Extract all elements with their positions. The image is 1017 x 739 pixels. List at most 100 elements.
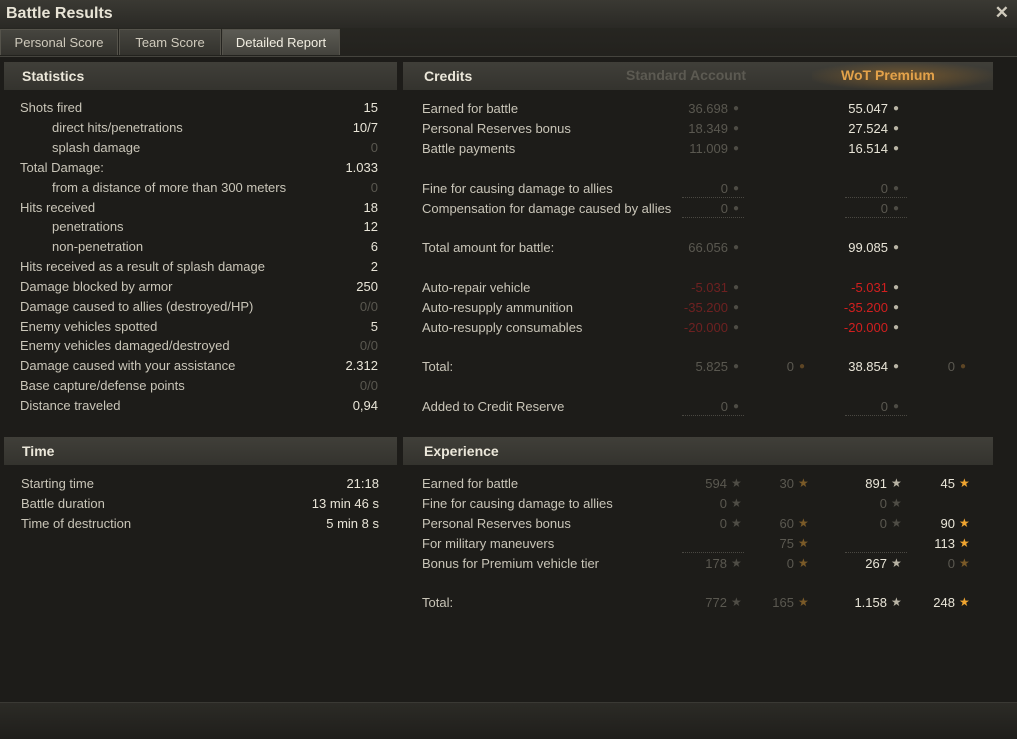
premium-free-xp-value: 90 [940,516,955,531]
close-icon[interactable]: ✕ [995,3,1009,23]
credits-label: Battle payments [422,141,516,156]
experience-star-icon: ★ [731,556,742,570]
premium-xp-value: 0 [879,496,887,511]
tab-team-score[interactable]: Team Score [119,29,221,55]
tab-personal-score[interactable]: Personal Score [0,29,118,55]
free-experience-star-icon: ★ [959,476,970,490]
stat-label: Distance traveled [20,398,121,413]
stat-value: 0,94 [352,398,378,413]
premium-credits-value: 55.047 [848,101,888,116]
experience-title: Experience [424,443,499,459]
divider [682,552,744,553]
stat-label: Shots fired [20,100,83,115]
premium-free-xp-value: 248 [933,595,955,610]
credit-coin-icon: ● [893,282,900,293]
time-value: 5 min 8 s [326,516,379,531]
credit-coin-icon: ● [733,123,740,134]
premium-credits-value: 38.854 [848,359,888,374]
credit-coin-icon: ● [893,103,900,114]
experience-label: Personal Reserves bonus [422,516,571,531]
stat-value: 6 [370,239,378,254]
standard-credits-value: -35.200 [683,300,728,315]
standard-credits-value: 11.009 [689,141,728,156]
divider [845,197,907,198]
stat-value: 2 [370,259,378,274]
credit-coin-icon: ● [733,143,740,154]
credit-coin-icon: ● [893,361,900,372]
standard-xp-value: 772 [705,595,727,610]
standard-credits-value: 0 [720,201,728,216]
credits-label: Compensation for damage caused by allies [422,201,672,216]
credits-label: Auto-resupply ammunition [422,300,574,315]
standard-xp-value: 594 [705,476,727,491]
stat-label: Hits received as a result of splash dama… [20,259,265,274]
stat-label: penetrations [52,219,124,234]
stat-label: Base capture/defense points [20,378,185,393]
standard-credits-value: -20.000 [683,320,728,335]
title-bar: Battle Results ✕ [0,0,1017,28]
stat-value: 5 [370,319,378,334]
stat-value: 0 [370,140,378,155]
premium-credits-value: 0 [880,201,888,216]
free-experience-star-icon: ★ [959,595,970,609]
credit-coin-icon: ● [893,302,900,313]
stat-label: Damage caused with your assistance [20,358,236,373]
standard-credits-value: 0 [720,399,728,414]
standard-free-xp-value: 0 [786,556,794,571]
standard-free-xp-value: 75 [779,536,794,551]
stat-label: splash damage [52,140,141,155]
time-value: 13 min 46 s [311,496,379,511]
standard-xp-value: 0 [719,496,727,511]
stat-label: Enemy vehicles damaged/destroyed [20,338,230,353]
credit-coin-icon: ● [733,361,740,372]
experience-star-icon: ★ [731,516,742,530]
standard-free-xp-value: 60 [779,516,794,531]
stat-label: direct hits/penetrations [52,120,183,135]
statistics-title: Statistics [22,68,85,84]
experience-star-icon: ★ [891,556,902,570]
premium-free-xp-value: 113 [934,536,955,551]
premium-xp-value: 267 [865,556,887,571]
divider [682,415,744,416]
premium-account-label: WoT Premium [841,67,935,83]
experience-star-icon: ★ [891,516,902,530]
time-label: Battle duration [21,496,105,511]
window-title: Battle Results [6,5,113,22]
free-experience-star-icon: ★ [959,516,970,530]
tab-detailed-report[interactable]: Detailed Report [222,29,340,55]
premium-credits-value: -35.200 [843,300,888,315]
experience-star-icon: ★ [891,496,902,510]
credit-coin-icon: ● [733,322,740,333]
divider [845,552,907,553]
stat-value: 2.312 [345,358,378,373]
premium-credits-value: -5.031 [851,280,888,295]
divider [682,217,744,218]
credits-label: Total amount for battle: [422,240,555,255]
credit-coin-icon: ● [893,183,900,194]
free-experience-star-icon: ★ [798,536,809,550]
premium-credits-value: 27.524 [848,121,888,136]
divider [845,415,907,416]
credits-label: Fine for causing damage to allies [422,181,613,196]
experience-label: Fine for causing damage to allies [422,496,613,511]
credit-coin-icon: ● [733,103,740,114]
credits-label: Personal Reserves bonus [422,121,571,136]
time-label: Starting time [21,476,94,491]
premium-free-xp-value: 45 [940,476,955,491]
time-label: Time of destruction [21,516,132,531]
statistics-header: Statistics [4,62,397,90]
divider [682,197,744,198]
stat-label: Damage caused to allies (destroyed/HP) [20,299,254,314]
stat-label: Enemy vehicles spotted [20,319,158,334]
credit-coin-icon: ● [893,123,900,134]
stat-label: Hits received [20,200,96,215]
free-experience-star-icon: ★ [798,595,809,609]
footer-bar [0,702,1017,739]
credit-coin-icon: ● [733,282,740,293]
divider [845,217,907,218]
experience-header: Experience [403,437,993,465]
credit-coin-icon: ● [893,143,900,154]
standard-credits-value: -5.031 [691,280,728,295]
standard-gold-value: 0 [786,359,794,374]
stat-label: from a distance of more than 300 meters [52,180,287,195]
